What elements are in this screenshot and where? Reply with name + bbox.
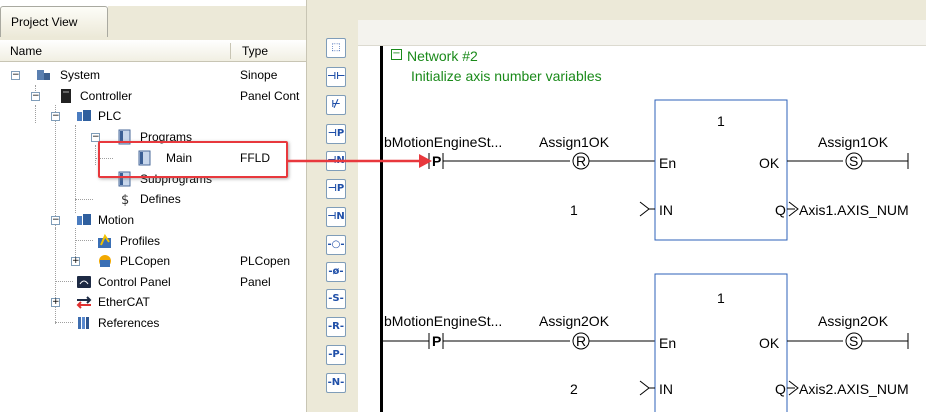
annotation-arrow-head (419, 154, 432, 168)
annotation-overlay (288, 154, 432, 168)
